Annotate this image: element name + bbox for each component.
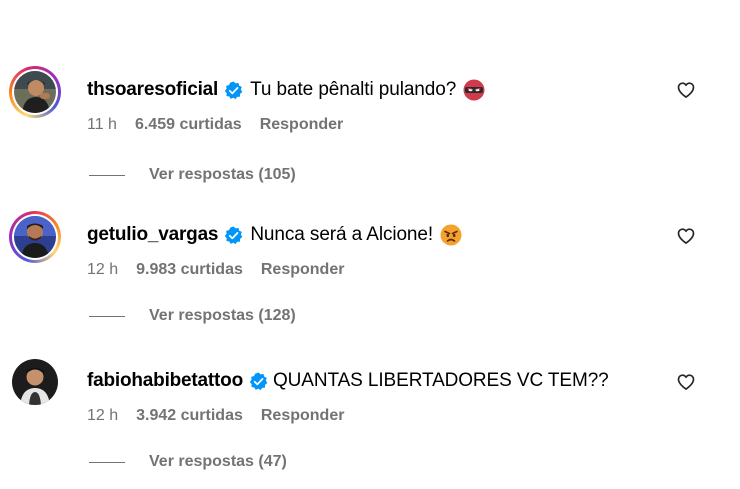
- view-replies-button[interactable]: Ver respostas (47): [89, 453, 287, 471]
- view-replies-label: Ver respostas (47): [149, 453, 287, 470]
- avatar: [14, 216, 56, 258]
- view-replies-button[interactable]: Ver respostas (105): [89, 166, 296, 184]
- avatar-story-ring[interactable]: [9, 66, 61, 118]
- view-replies-label: Ver respostas (128): [149, 307, 296, 324]
- angry-face-emoji: [440, 224, 462, 246]
- divider: [89, 315, 125, 317]
- likes-count[interactable]: 3.942 curtidas: [136, 407, 243, 425]
- heart-outline-icon[interactable]: [676, 372, 696, 392]
- verified-badge-icon: [249, 371, 268, 390]
- avatar-story-ring[interactable]: [9, 211, 61, 263]
- comment-text: QUANTAS LIBERTADORES VC TEM??: [272, 370, 609, 391]
- ninja-face-emoji: [463, 79, 485, 101]
- username[interactable]: getulio_vargas: [87, 223, 219, 247]
- comment-text: Tu bate pênalti pulando?: [250, 79, 457, 100]
- reply-button[interactable]: Responder: [261, 407, 345, 425]
- reply-button[interactable]: Responder: [260, 116, 344, 134]
- comment-text: Nunca será a Alcione!: [250, 224, 434, 245]
- avatar: [14, 71, 56, 113]
- view-replies-button[interactable]: Ver respostas (128): [89, 307, 296, 325]
- divider: [89, 461, 125, 463]
- timestamp[interactable]: 11 h: [87, 116, 117, 134]
- likes-count[interactable]: 6.459 curtidas: [135, 116, 242, 134]
- heart-outline-icon[interactable]: [676, 80, 696, 100]
- username[interactable]: thsoaresoficial: [87, 78, 218, 102]
- username[interactable]: fabiohabibetattoo: [87, 369, 243, 393]
- reply-button[interactable]: Responder: [261, 261, 345, 279]
- verified-badge-icon: [225, 225, 243, 244]
- timestamp[interactable]: 12 h: [87, 407, 118, 425]
- avatar[interactable]: [12, 359, 58, 405]
- heart-outline-icon[interactable]: [676, 226, 696, 246]
- verified-badge-icon: [224, 80, 243, 99]
- divider: [89, 174, 125, 176]
- timestamp[interactable]: 12 h: [87, 261, 118, 279]
- likes-count[interactable]: 9.983 curtidas: [136, 261, 243, 279]
- view-replies-label: Ver respostas (105): [149, 166, 296, 183]
